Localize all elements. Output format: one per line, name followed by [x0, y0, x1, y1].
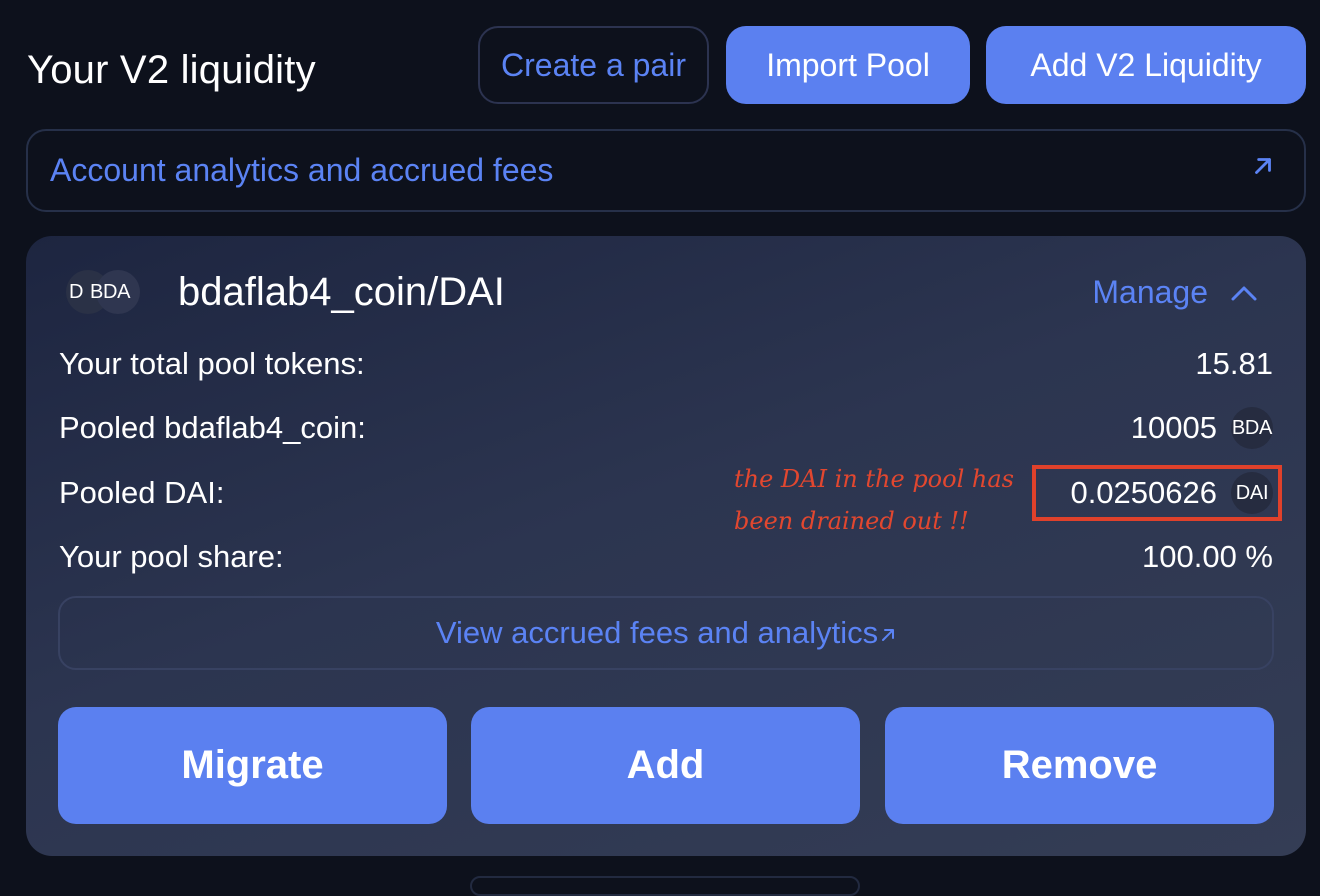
total-pool-tokens-row: Your total pool tokens: 15.81	[59, 344, 1273, 384]
position-card: D BDA bdaflab4_coin/DAI Manage Your tota…	[26, 236, 1306, 856]
drain-annotation: the DAI in the pool has been drained out…	[734, 458, 1014, 542]
import-pool-button[interactable]: Import Pool	[726, 26, 970, 104]
arrow-up-right-icon	[1255, 158, 1271, 174]
row-value: 100.00 %	[1142, 539, 1273, 574]
create-pair-button[interactable]: Create a pair	[478, 26, 709, 104]
row-label: Pooled bdaflab4_coin:	[59, 410, 366, 445]
row-label: Pooled DAI:	[59, 475, 225, 510]
add-v2-liquidity-button[interactable]: Add V2 Liquidity	[986, 26, 1306, 104]
next-card-edge	[470, 876, 860, 896]
row-label: Your total pool tokens:	[59, 346, 365, 381]
arrow-up-right-icon	[882, 629, 895, 641]
pool-share-row: Your pool share: 100.00 %	[59, 537, 1273, 577]
pair-logo: D BDA	[66, 270, 140, 316]
row-value: 10005	[1130, 410, 1217, 445]
remove-button[interactable]: Remove	[885, 707, 1274, 824]
pooled-token0-row: Pooled bdaflab4_coin: 10005 BDA	[59, 407, 1273, 449]
add-button[interactable]: Add	[471, 707, 860, 824]
account-analytics-label: Account analytics and accrued fees	[50, 152, 554, 188]
token-logo-right-text: BDA	[90, 281, 131, 303]
pair-name: bdaflab4_coin/DAI	[178, 270, 505, 314]
page-title: Your V2 liquidity	[27, 48, 316, 92]
migrate-button[interactable]: Migrate	[58, 707, 447, 824]
token-logo-left-text: D	[69, 281, 83, 303]
account-analytics-link[interactable]: Account analytics and accrued fees	[26, 129, 1306, 212]
view-fees-label: View accrued fees and analytics	[435, 615, 879, 650]
annotation-line-1: the DAI in the pool has	[734, 465, 1014, 493]
annotation-line-2: been drained out !!	[734, 507, 969, 535]
view-fees-link[interactable]: View accrued fees and analytics	[58, 596, 1274, 670]
manage-toggle[interactable]: Manage	[1092, 274, 1258, 311]
manage-label: Manage	[1092, 274, 1208, 310]
pooled-dai-highlight-box	[1032, 465, 1282, 521]
row-label: Your pool share:	[59, 539, 284, 574]
row-value: 15.81	[1195, 346, 1273, 381]
chevron-up-icon	[1231, 286, 1257, 300]
token-icon-bda: BDA	[1231, 407, 1273, 449]
